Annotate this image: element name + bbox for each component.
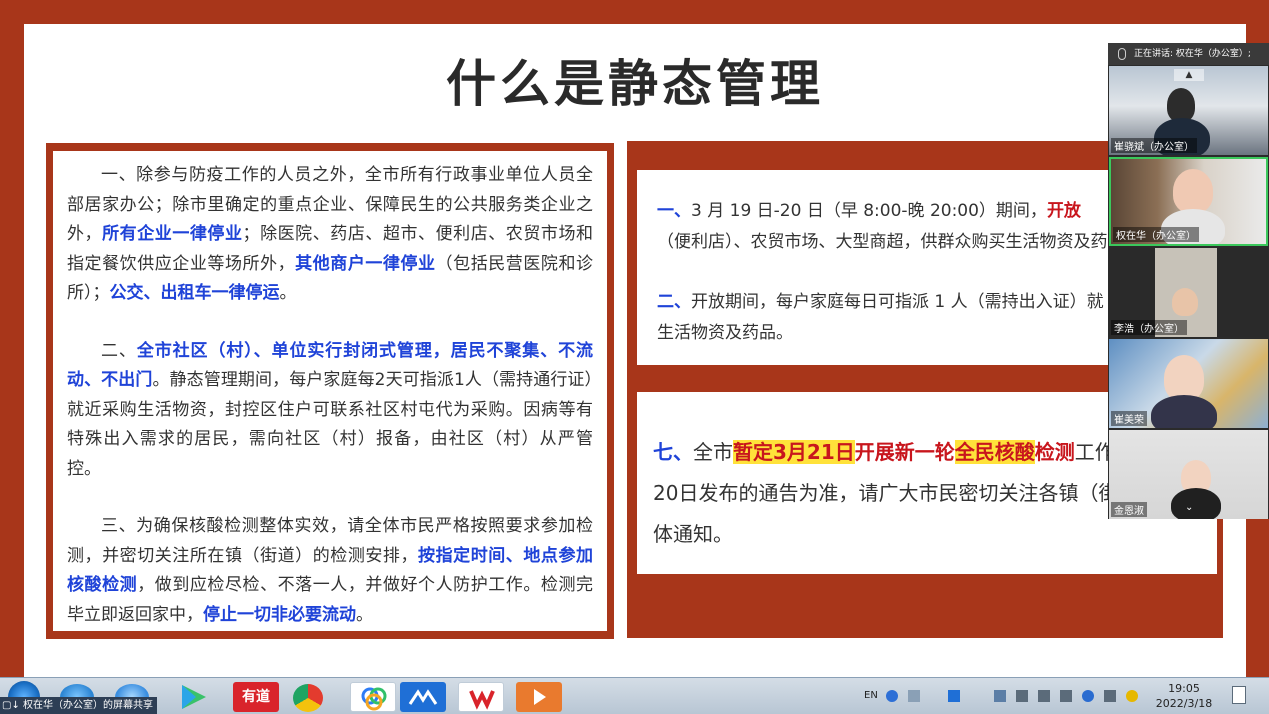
notification-icon[interactable] bbox=[1232, 686, 1246, 704]
slideshow-icon[interactable] bbox=[516, 682, 562, 712]
text-segment: 全市 bbox=[693, 440, 733, 464]
paragraph-1: 一、除参与防疫工作的人员之外，全市所有行政事业单位人员全部居家办公；除市里确定的… bbox=[67, 161, 593, 309]
microphone-icon bbox=[1118, 48, 1126, 60]
speaker-icon[interactable] bbox=[1038, 690, 1050, 702]
item-number: 二、 bbox=[657, 292, 691, 312]
settings-icon[interactable] bbox=[908, 690, 920, 702]
system-clock[interactable]: 19:05 2022/3/18 bbox=[1148, 681, 1220, 711]
zoom-tray-icon[interactable] bbox=[948, 690, 960, 702]
video-tile[interactable]: 崔美荣 bbox=[1109, 339, 1268, 428]
battery-icon[interactable] bbox=[1016, 690, 1028, 702]
video-tile[interactable]: 金恩淑 ⌄ bbox=[1109, 430, 1268, 519]
left-panel-text: 一、除参与防疫工作的人员之外，全市所有行政事业单位人员全部居家办公；除市里确定的… bbox=[53, 151, 607, 631]
participant-figure bbox=[1173, 169, 1213, 213]
ime-icon[interactable] bbox=[1126, 690, 1138, 702]
meeting-video-panel: 正在讲话: 权在华（办公室）; ▲ 崔骁斌（办公室） 权在华（办公室） 李浩（办… bbox=[1108, 43, 1269, 519]
item-text-cont: 生活物资及药品。 bbox=[657, 323, 793, 343]
item-number: 七、 bbox=[653, 440, 693, 464]
share-label-text: 权在华（办公室）的屏幕共享 bbox=[23, 700, 154, 711]
video-tile[interactable]: 李浩（办公室） bbox=[1109, 248, 1268, 337]
participant-figure bbox=[1167, 88, 1195, 122]
bluetooth-icon[interactable] bbox=[1082, 690, 1094, 702]
item-text-cont: （便利店）、农贸市场、大型商超，供群众购买生活物资及药品 bbox=[657, 232, 1125, 252]
video-tile[interactable]: ▲ 崔骁斌（办公室） bbox=[1109, 66, 1268, 155]
red-segment: 开展新一轮 bbox=[854, 440, 955, 464]
participant-name: 李浩（办公室） bbox=[1111, 320, 1187, 335]
clock-time: 19:05 bbox=[1168, 682, 1200, 695]
participant-name: 崔美荣 bbox=[1111, 411, 1147, 426]
participant-body bbox=[1151, 395, 1217, 428]
highlighted-text: 所有企业一律停业 bbox=[102, 224, 243, 244]
highlighted-text: 公交、出租车一律停运 bbox=[109, 283, 280, 303]
paragraph-2: 二、全市社区（村）、单位实行封闭式管理，居民不聚集、不流动、不出门。静态管理期间… bbox=[67, 337, 593, 485]
paragraph-3: 三、为确保核酸检测整体实效，请全体市民严格按照要求参加检测，并密切关注所在镇（街… bbox=[67, 512, 593, 630]
participant-name: 崔骁斌（办公室） bbox=[1111, 138, 1197, 153]
screen-share-label: ▢↓ 权在华（办公室）的屏幕共享 bbox=[0, 697, 158, 714]
highlighted-text: 停止一切非必要流动 bbox=[203, 604, 356, 625]
help-icon[interactable] bbox=[886, 690, 898, 702]
speaking-text: 正在讲话: 权在华（办公室）; bbox=[1134, 49, 1251, 59]
clock-date: 2022/3/18 bbox=[1155, 697, 1213, 710]
highlighted-text: 其他商户一律停业 bbox=[295, 253, 436, 274]
youdao-icon[interactable]: 有道 bbox=[233, 682, 279, 712]
share-status-icon: ▢↓ bbox=[2, 700, 24, 711]
media-player-icon[interactable] bbox=[176, 682, 222, 712]
red-segment: 检测 bbox=[1034, 440, 1075, 464]
speaking-indicator: 正在讲话: 权在华（办公室）; bbox=[1108, 43, 1269, 65]
highlight-segment: 全民核酸 bbox=[954, 440, 1035, 464]
participant-body bbox=[1171, 488, 1221, 519]
highlight-segment: 暂定 bbox=[733, 440, 773, 464]
signal-icon[interactable] bbox=[1060, 690, 1072, 702]
video-tile-active[interactable]: 权在华（办公室） bbox=[1109, 157, 1268, 246]
wps-icon[interactable] bbox=[458, 682, 504, 712]
volume-icon[interactable] bbox=[1104, 690, 1116, 702]
slide: 什么是静态管理 一、除参与防疫工作的人员之外，全市所有行政事业单位人员全部居家办… bbox=[24, 24, 1246, 684]
scroll-up-button[interactable]: ▲ bbox=[1174, 69, 1204, 81]
taskbar: 有道 EN 19:05 2022/3/18 bbox=[0, 677, 1269, 714]
left-panel-frame: 一、除参与防疫工作的人员之外，全市所有行政事业单位人员全部居家办公；除市里确定的… bbox=[46, 143, 614, 639]
slide-title: 什么是静态管理 bbox=[446, 54, 824, 113]
participant-name: 金恩淑 bbox=[1111, 502, 1147, 517]
text-line: 体通知。 bbox=[653, 522, 733, 546]
tencent-meeting-icon[interactable] bbox=[350, 682, 396, 712]
network-icon[interactable] bbox=[994, 690, 1006, 702]
participant-name: 权在华（办公室） bbox=[1113, 227, 1199, 242]
highlight-date: 3月21日 bbox=[773, 440, 855, 464]
chevron-down-icon[interactable]: ⌄ bbox=[1185, 502, 1193, 513]
item-text: 3 月 19 日-20 日（早 8:00-晚 20:00）期间， bbox=[691, 201, 1047, 221]
participant-figure bbox=[1172, 288, 1198, 316]
item-number: 一、 bbox=[657, 201, 691, 221]
item-text: 开放期间，每户家庭每日可指派 1 人（需持出入证）就 bbox=[691, 292, 1104, 312]
language-indicator[interactable]: EN bbox=[864, 690, 878, 714]
text-segment: 二、 bbox=[101, 340, 137, 361]
item-red-text: 开放 bbox=[1046, 201, 1081, 221]
chrome-icon[interactable] bbox=[293, 684, 323, 712]
text-segment: 。 bbox=[356, 604, 373, 625]
zoom-meeting-icon[interactable] bbox=[400, 682, 446, 712]
text-segment: 。 bbox=[279, 283, 297, 303]
